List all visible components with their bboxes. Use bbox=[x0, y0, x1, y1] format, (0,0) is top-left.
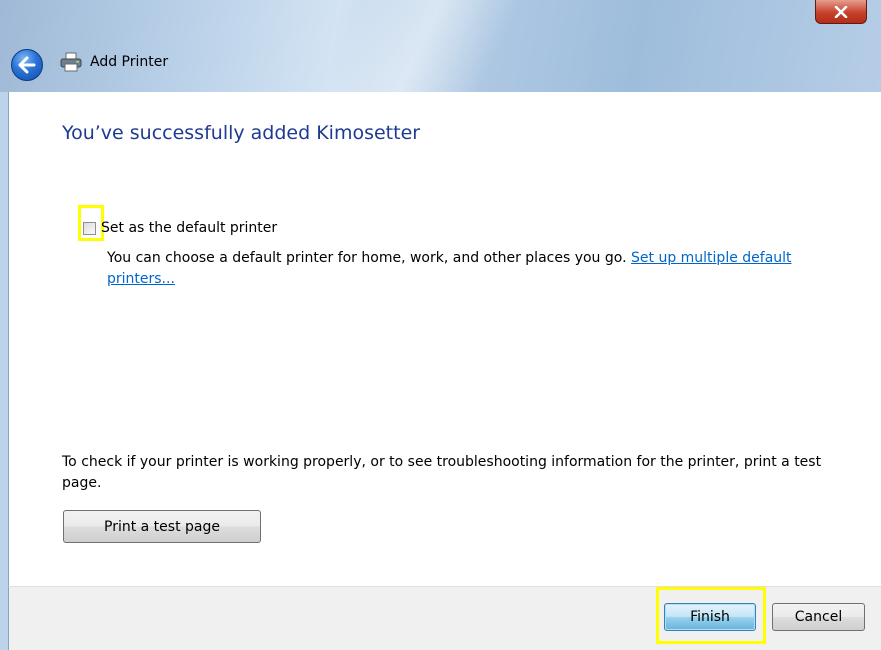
cancel-button[interactable]: Cancel bbox=[772, 603, 865, 631]
default-printer-option[interactable]: Set as the default printer bbox=[83, 218, 277, 238]
window-title: Add Printer bbox=[90, 54, 169, 70]
wizard-content: You’ve successfully added Kimosetter Set… bbox=[8, 92, 881, 586]
printer-icon bbox=[60, 52, 82, 72]
close-button[interactable] bbox=[815, 0, 867, 24]
print-test-page-button[interactable]: Print a test page bbox=[63, 510, 261, 543]
back-arrow-icon bbox=[18, 56, 36, 74]
finish-button[interactable]: Finish bbox=[664, 603, 756, 631]
default-printer-description: You can choose a default printer for hom… bbox=[107, 248, 807, 290]
title-bar bbox=[0, 0, 881, 92]
default-printer-checkbox[interactable] bbox=[83, 221, 96, 235]
default-printer-description-text: You can choose a default printer for hom… bbox=[107, 250, 627, 266]
test-page-info: To check if your printer is working prop… bbox=[62, 454, 822, 491]
close-icon bbox=[834, 5, 848, 18]
back-button[interactable] bbox=[11, 49, 43, 81]
default-printer-label[interactable]: Set as the default printer bbox=[101, 220, 277, 236]
title-bar-sheen bbox=[318, 0, 522, 92]
page-heading: You’ve successfully added Kimosetter bbox=[62, 122, 421, 144]
